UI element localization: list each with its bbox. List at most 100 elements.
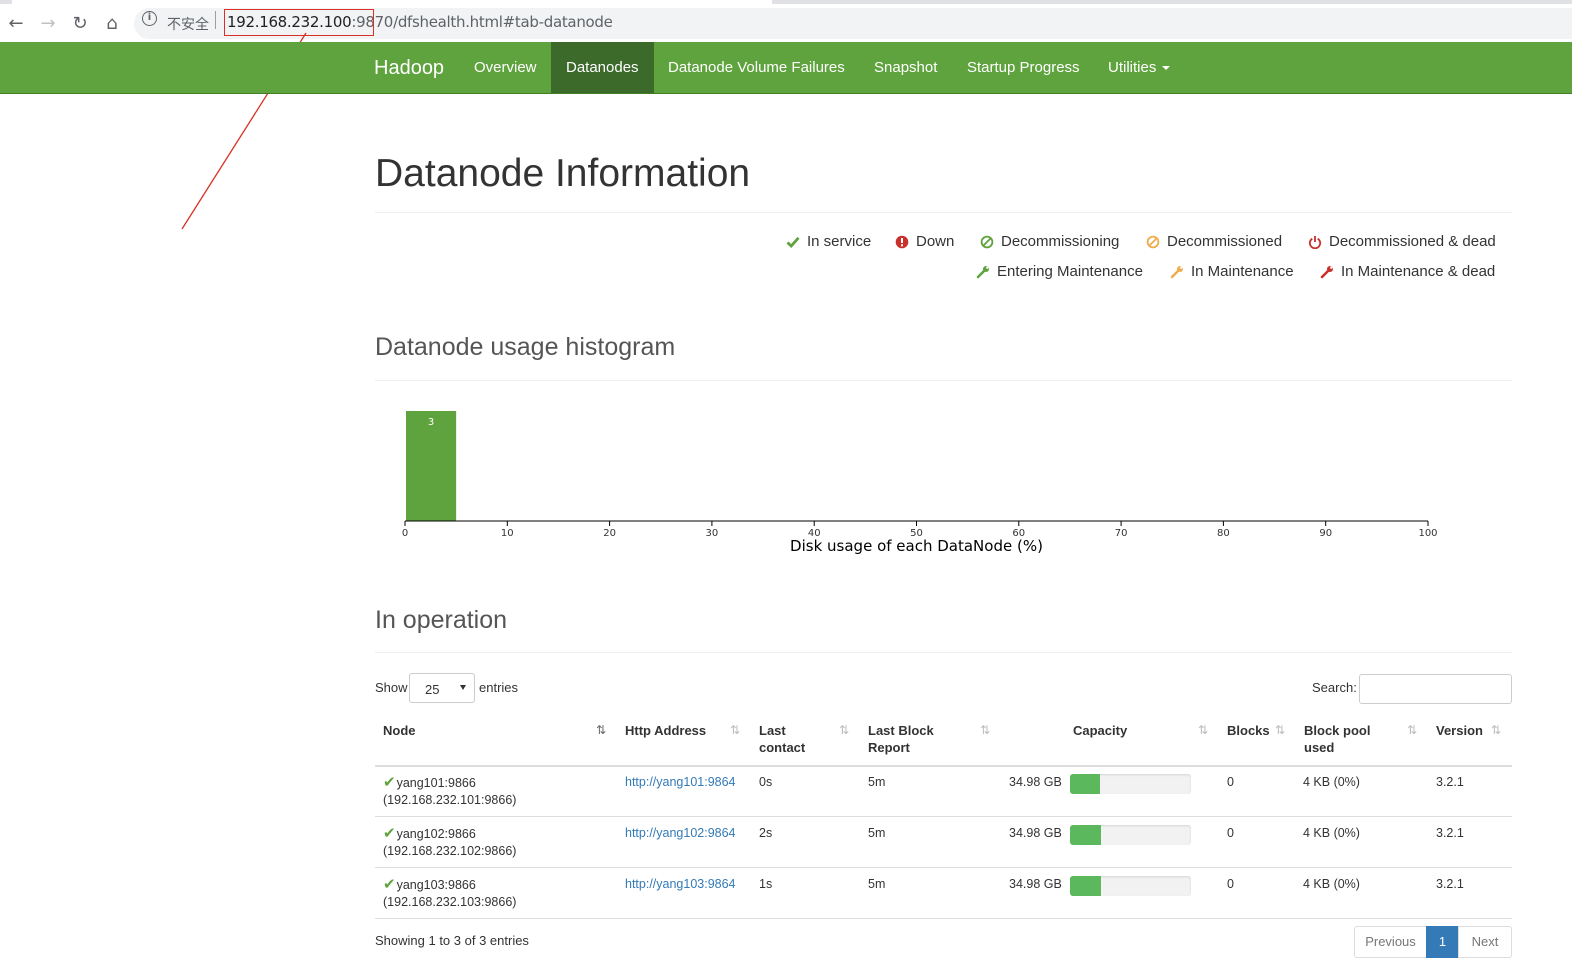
version: 3.2.1 bbox=[1436, 877, 1464, 891]
operation-divider bbox=[375, 652, 1512, 653]
url-highlight-box bbox=[224, 9, 374, 36]
pagination-next[interactable]: Next bbox=[1458, 926, 1512, 958]
back-icon[interactable]: ← bbox=[3, 10, 29, 36]
nav-datanodes[interactable]: Datanodes bbox=[551, 42, 654, 93]
caret-down-icon bbox=[1162, 66, 1171, 71]
col-http-address[interactable]: Http Address bbox=[625, 722, 706, 739]
entries-select[interactable]: 25 bbox=[409, 673, 475, 703]
nav-utilities-label: Utilities bbox=[1108, 59, 1157, 76]
col-last-block-report[interactable]: Last Block Report bbox=[868, 722, 934, 756]
sort-icon[interactable]: ⇅ bbox=[839, 723, 849, 737]
sort-icon[interactable]: ⇅ bbox=[730, 723, 740, 737]
capacity-bar-fill bbox=[1070, 825, 1102, 845]
node-name: yang103:9866 bbox=[396, 878, 476, 892]
table-row-node: ✔yang101:9866 (192.168.232.101:9866) bbox=[383, 774, 516, 809]
histogram-tick-label: 80 bbox=[1217, 528, 1230, 539]
http-link[interactable]: http://yang103:9864 bbox=[625, 876, 736, 893]
histogram-x-label: Disk usage of each DataNode (%) bbox=[790, 537, 1043, 554]
blocks: 0 bbox=[1227, 877, 1234, 891]
nav-datanode-volume-failures[interactable]: Datanode Volume Failures bbox=[653, 42, 860, 93]
wrench-icon bbox=[1320, 265, 1334, 279]
insecure-label[interactable]: 不安全 bbox=[167, 14, 209, 34]
power-icon bbox=[1308, 235, 1322, 249]
col-version[interactable]: Version bbox=[1436, 722, 1483, 739]
sort-icon[interactable]: ⇅ bbox=[1198, 723, 1208, 737]
check-icon: ✔ bbox=[383, 773, 396, 791]
show-label: Show bbox=[375, 680, 408, 695]
sort-icon[interactable]: ⇅ bbox=[980, 723, 990, 737]
histogram-tick-label: 90 bbox=[1319, 528, 1332, 539]
last-contact: 2s bbox=[759, 826, 773, 840]
pagination-page-1[interactable]: 1 bbox=[1426, 926, 1459, 958]
legend-label: Down bbox=[916, 233, 955, 250]
legend-label: In Maintenance & dead bbox=[1341, 263, 1496, 280]
nav-snapshot[interactable]: Snapshot bbox=[859, 42, 952, 93]
top-navbar: Hadoop Overview Datanodes Datanode Volum… bbox=[0, 42, 1572, 94]
legend-label: In service bbox=[807, 233, 872, 250]
block-pool-used: 4 KB (0%) bbox=[1303, 826, 1360, 840]
forward-icon[interactable]: → bbox=[35, 10, 61, 36]
capacity-text: 34.98 GB bbox=[1009, 826, 1062, 840]
search-input[interactable] bbox=[1359, 674, 1512, 704]
dropdown-arrow-icon bbox=[460, 685, 466, 690]
check-icon bbox=[786, 235, 800, 249]
histogram-bar-label: 3 bbox=[428, 417, 434, 428]
capacity-text: 34.98 GB bbox=[1009, 877, 1062, 891]
block-pool-used: 4 KB (0%) bbox=[1303, 877, 1360, 891]
col-lbr-line2: Report bbox=[868, 740, 910, 755]
sort-icon[interactable]: ⇅ bbox=[1407, 723, 1417, 737]
col-blocks[interactable]: Blocks bbox=[1227, 722, 1270, 739]
histogram-tick-label: 10 bbox=[501, 528, 514, 539]
col-block-pool-used[interactable]: Block pool used bbox=[1304, 722, 1370, 756]
http-link[interactable]: http://yang101:9864 bbox=[625, 774, 736, 791]
page-title: Datanode Information bbox=[375, 152, 751, 195]
legend-label: Decommissioned & dead bbox=[1329, 233, 1496, 250]
col-capacity[interactable]: Capacity bbox=[1073, 722, 1127, 739]
sort-active-icon[interactable]: ⇅ bbox=[596, 723, 606, 737]
nav-overview[interactable]: Overview bbox=[459, 42, 552, 93]
search-label: Search: bbox=[1312, 680, 1357, 695]
col-node[interactable]: Node bbox=[383, 722, 416, 739]
col-blocks-line2: Blocks bbox=[1227, 723, 1270, 738]
nav-startup-progress[interactable]: Startup Progress bbox=[952, 42, 1095, 93]
capacity-bar bbox=[1070, 825, 1191, 845]
pagination-previous[interactable]: Previous bbox=[1354, 926, 1427, 958]
sort-icon[interactable]: ⇅ bbox=[1491, 723, 1501, 737]
capacity-bar-fill bbox=[1070, 876, 1102, 896]
wrench-icon bbox=[1170, 265, 1184, 279]
home-icon[interactable]: ⌂ bbox=[99, 10, 125, 36]
table-row-node: ✔yang102:9866 (192.168.232.102:9866) bbox=[383, 825, 516, 860]
row-divider bbox=[375, 918, 1512, 919]
legend-label: Decommissioned bbox=[1167, 233, 1283, 250]
histogram-tick-label: 70 bbox=[1115, 528, 1128, 539]
col-last-contact-line1: Last bbox=[759, 723, 786, 738]
histogram-tick-label: 100 bbox=[1418, 528, 1437, 539]
legend-label: Decommissioning bbox=[1001, 233, 1120, 250]
brand-logo[interactable]: Hadoop bbox=[374, 57, 444, 80]
capacity-bar-fill bbox=[1070, 774, 1101, 794]
capacity-bar bbox=[1070, 774, 1191, 794]
col-version-line2: Version bbox=[1436, 723, 1483, 738]
col-lbr-line1: Last Block bbox=[868, 723, 934, 738]
histogram-tick-label: 30 bbox=[706, 528, 719, 539]
reload-icon[interactable]: ↻ bbox=[67, 10, 93, 36]
col-node-line2: Node bbox=[383, 723, 416, 738]
http-link[interactable]: http://yang102:9864 bbox=[625, 825, 736, 842]
check-icon: ✔ bbox=[383, 824, 396, 842]
sort-icon[interactable]: ⇅ bbox=[1275, 723, 1285, 737]
header-divider bbox=[375, 765, 1512, 767]
histogram-tick-label: 0 bbox=[402, 528, 408, 539]
check-icon: ✔ bbox=[383, 875, 396, 893]
ban-circle-icon bbox=[980, 235, 994, 249]
histogram-title: Datanode usage histogram bbox=[375, 333, 676, 361]
nav-utilities-dropdown[interactable]: Utilities bbox=[1093, 42, 1185, 93]
col-last-contact[interactable]: Last contact bbox=[759, 722, 805, 756]
info-icon[interactable]: i bbox=[142, 11, 157, 26]
table-summary: Showing 1 to 3 of 3 entries bbox=[375, 933, 529, 948]
block-pool-used: 4 KB (0%) bbox=[1303, 775, 1360, 789]
col-http-line2: Http Address bbox=[625, 723, 707, 738]
capacity-text: 34.98 GB bbox=[1009, 775, 1062, 789]
last-block-report: 5m bbox=[868, 877, 886, 891]
legend-in-maintenance: In Maintenance bbox=[1170, 263, 1294, 280]
title-divider bbox=[375, 212, 1512, 213]
